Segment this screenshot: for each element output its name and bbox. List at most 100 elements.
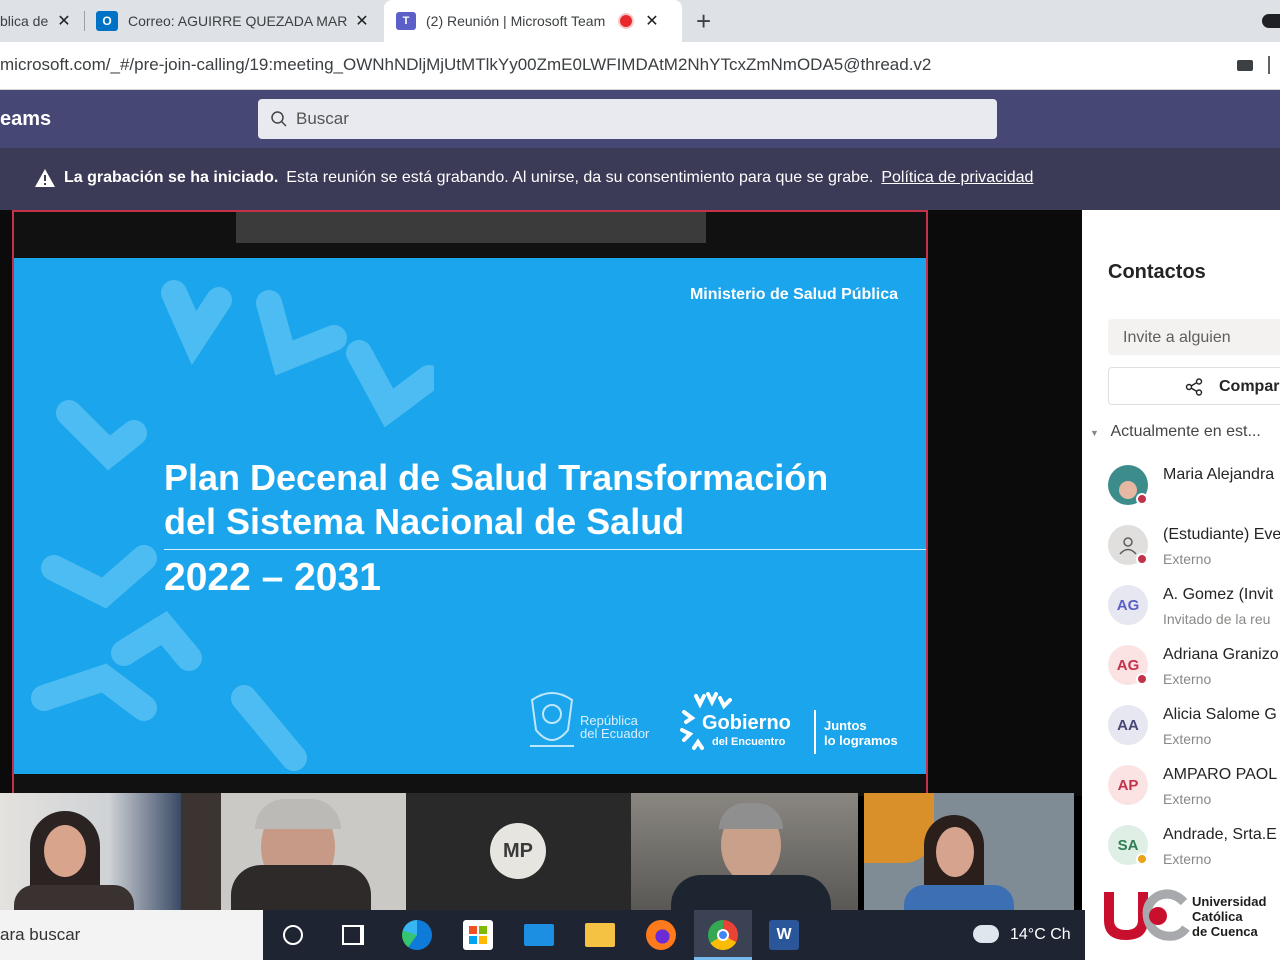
participant-item[interactable]: AA Alicia Salome G Externo xyxy=(1106,704,1280,764)
browser-tab[interactable]: blica de ✕ xyxy=(0,0,80,42)
invite-input[interactable]: Invite a alguien xyxy=(1108,319,1280,355)
status-badge xyxy=(1136,553,1148,565)
avatar: AA xyxy=(1108,705,1148,745)
status-badge xyxy=(1136,493,1148,505)
status-badge xyxy=(1136,853,1148,865)
slide-title: Plan Decenal de Salud Transformación del… xyxy=(164,456,904,544)
ministry-name: Ministerio de Salud Pública xyxy=(689,286,898,303)
avatar: MP xyxy=(490,823,546,879)
participant-item[interactable]: AG A. Gomez (Invit Invitado de la reu xyxy=(1106,584,1280,644)
taskbar-search-box[interactable]: ara buscar xyxy=(0,910,263,960)
browser-tab[interactable]: O Correo: AGUIRRE QUEZADA MAR ✕ xyxy=(92,0,382,42)
privacy-policy-link[interactable]: Política de privacidad xyxy=(881,169,1033,187)
slide-divider xyxy=(164,549,926,550)
participant-video-strip: MP xyxy=(0,793,1082,910)
browser-tab-active[interactable]: T (2) Reunión | Microsoft Team ✕ xyxy=(384,0,682,42)
participant-item[interactable]: AG Adriana Granizo Externo xyxy=(1106,644,1280,704)
screen-share-frame: Ministerio de Salud Pública Plan Decenal… xyxy=(12,210,928,796)
presentation-slide: Ministerio de Salud Pública Plan Decenal… xyxy=(14,258,926,774)
republica-line: del Ecuador xyxy=(580,726,650,741)
status-badge xyxy=(1136,673,1148,685)
file-explorer-icon[interactable] xyxy=(585,923,615,947)
task-view-icon[interactable] xyxy=(342,925,364,945)
slogan-line: Juntos xyxy=(824,718,867,733)
teams-icon: T xyxy=(396,12,416,30)
search-icon xyxy=(271,111,287,127)
search-input[interactable]: Buscar xyxy=(258,99,997,139)
browser-tab-strip: blica de ✕ O Correo: AGUIRRE QUEZADA MAR… xyxy=(0,0,1280,42)
window-control-icon[interactable] xyxy=(1262,14,1280,28)
close-icon[interactable]: ✕ xyxy=(54,11,74,31)
banner-text: Esta reunión se está grabando. Al unirse… xyxy=(286,169,874,186)
word-icon[interactable]: W xyxy=(769,920,799,950)
windows-taskbar: ara buscar W 14°C Ch xyxy=(0,910,1085,960)
university-name: Universidad Católica de Cuenca xyxy=(1192,894,1267,939)
participant-role: Externo xyxy=(1163,671,1212,687)
section-label: Actualmente en est... xyxy=(1110,423,1261,440)
tab-title: (2) Reunión | Microsoft Team xyxy=(426,13,606,29)
participant-role: Externo xyxy=(1163,791,1212,807)
participant-name: Alicia Salome G xyxy=(1163,706,1277,723)
cortana-icon[interactable] xyxy=(283,925,303,945)
close-icon[interactable]: ✕ xyxy=(352,11,372,31)
participant-item[interactable]: AP AMPARO PAOL Externo xyxy=(1106,764,1280,824)
slogan-line: lo logramos xyxy=(824,733,898,748)
store-icon[interactable] xyxy=(463,920,493,950)
gobierno-logo-text: Gobierno xyxy=(702,712,791,734)
tab-separator xyxy=(84,11,85,31)
participant-role: Externo xyxy=(1163,851,1212,867)
share-invite-button[interactable]: Compar xyxy=(1108,367,1280,405)
slogan-text: Juntos lo logramos xyxy=(824,718,898,748)
close-icon[interactable]: ✕ xyxy=(642,11,662,31)
share-button-label: Compar xyxy=(1219,378,1280,395)
banner-bold-text: La grabación se ha iniciado. xyxy=(64,169,279,186)
participant-name: AMPARO PAOL xyxy=(1163,766,1278,783)
participant-video-tile[interactable] xyxy=(631,793,858,910)
gobierno-subtitle: del Encuentro xyxy=(712,736,786,748)
chevron-down-icon: ▼ xyxy=(1090,428,1099,438)
avatar: AP xyxy=(1108,765,1148,805)
participant-video-tile[interactable] xyxy=(0,793,181,910)
weather-icon xyxy=(973,925,999,943)
participant-video-tile[interactable] xyxy=(864,793,1074,910)
participant-name: Andrade, Srta.E xyxy=(1163,826,1277,843)
screen-share-toolbar[interactable] xyxy=(236,212,706,243)
app-title: eams xyxy=(0,108,52,130)
chrome-icon[interactable] xyxy=(708,920,738,950)
slide-title-line: Plan Decenal de Salud Transformación xyxy=(164,457,829,498)
recording-dot-icon xyxy=(620,15,632,27)
new-tab-button[interactable]: + xyxy=(696,6,711,37)
invite-placeholder: Invite a alguien xyxy=(1123,329,1231,346)
panel-title: Contactos xyxy=(1108,261,1206,283)
participant-item[interactable]: (Estudiante) Eve Externo xyxy=(1106,524,1280,584)
participant-role: Invitado de la reu xyxy=(1163,611,1271,627)
ecuador-coat-of-arms-icon xyxy=(530,692,574,747)
taskbar-search-text: ara buscar xyxy=(0,925,81,944)
participant-item[interactable]: Maria Alejandra xyxy=(1106,464,1280,524)
meeting-stage: Ministerio de Salud Pública Plan Decenal… xyxy=(0,210,1082,796)
participant-role: Externo xyxy=(1163,551,1212,567)
section-header[interactable]: ▼ Actualmente en est... xyxy=(1090,423,1261,441)
recording-banner: La grabación se ha iniciado. Esta reunió… xyxy=(0,148,1280,210)
outlook-icon: O xyxy=(96,11,118,31)
slide-title-line: del Sistema Nacional de Salud xyxy=(164,501,685,542)
tab-title: blica de xyxy=(0,13,48,29)
participant-name: Maria Alejandra xyxy=(1163,466,1275,483)
tab-title: Correo: AGUIRRE QUEZADA MAR xyxy=(128,13,348,29)
university-logo: Universidad Católica de Cuenca xyxy=(1090,870,1280,960)
participant-video-tile[interactable]: MP xyxy=(406,793,631,910)
share-icon xyxy=(1185,378,1203,396)
contacts-panel: Contactos Invite a alguien Compar ▼ Actu… xyxy=(1082,210,1280,960)
slide-years: 2022 – 2031 xyxy=(164,556,381,599)
mail-icon[interactable] xyxy=(524,924,554,946)
weather-text: 14°C Ch xyxy=(1010,926,1071,943)
republica-logo-text: República del Ecuador xyxy=(580,714,649,740)
edge-icon[interactable] xyxy=(402,920,432,950)
participant-video-tile[interactable] xyxy=(181,793,406,910)
url-text[interactable]: microsoft.com/_#/pre-join-calling/19:mee… xyxy=(0,55,931,75)
address-bar[interactable]: microsoft.com/_#/pre-join-calling/19:mee… xyxy=(0,42,1280,90)
extension-icon[interactable] xyxy=(1268,56,1278,74)
camera-icon[interactable] xyxy=(1237,60,1253,71)
firefox-icon[interactable] xyxy=(646,920,676,950)
participant-name: (Estudiante) Eve xyxy=(1163,526,1280,543)
